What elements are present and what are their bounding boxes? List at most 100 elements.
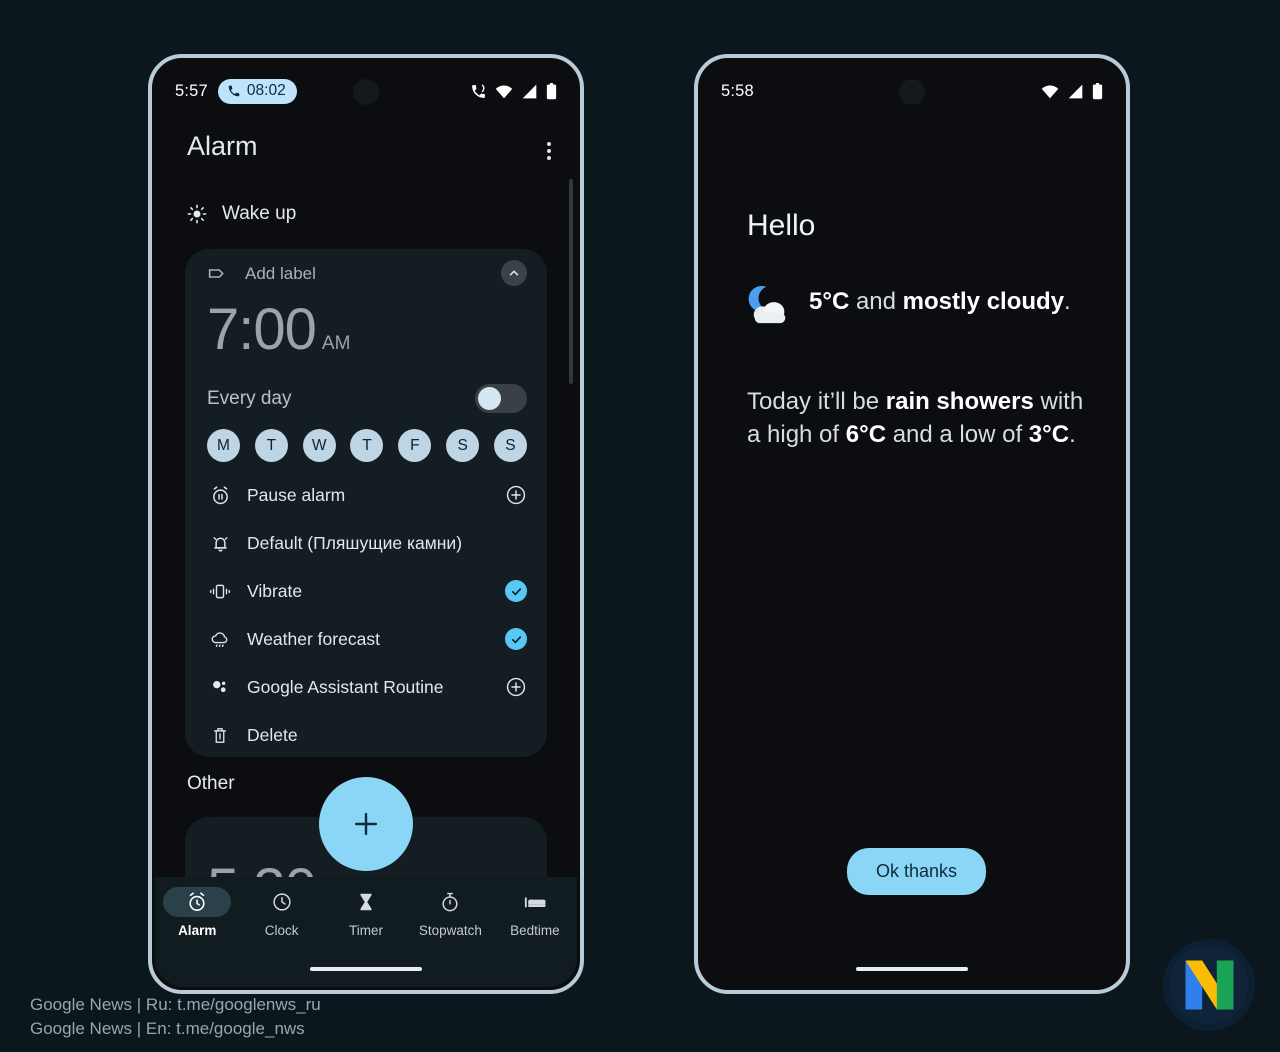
option-weather-forecast[interactable]: Weather forecast (185, 615, 547, 663)
google-news-logo (1162, 938, 1256, 1032)
group-label-text: Wake up (222, 203, 297, 224)
nav-pill-active (163, 887, 232, 917)
nav-item-bedtime[interactable]: Bedtime (493, 887, 577, 938)
nav-label: Stopwatch (418, 923, 482, 938)
group-header-wake-up: Wake up (187, 203, 296, 225)
trash-icon (207, 725, 233, 746)
greeting-text: Hello (747, 209, 816, 242)
current-temp: 5°C (809, 288, 850, 315)
moon-behind-cloud-icon (748, 285, 786, 324)
option-label: Delete (247, 724, 298, 745)
current-weather: 5°C and mostly cloudy. (747, 283, 1087, 327)
day-chip-sat[interactable]: S (446, 429, 480, 462)
footer-line-ru: Google News | Ru: t.me/googlenws_ru (30, 994, 321, 1014)
day-chip-thu[interactable]: T (350, 429, 384, 462)
ok-thanks-button[interactable]: Ok thanks (847, 848, 987, 895)
signal-icon (1068, 84, 1083, 98)
status-icons (470, 82, 557, 100)
signal-icon (522, 84, 537, 98)
day-chip-sun[interactable]: S (493, 429, 527, 462)
day-chip-fri[interactable]: F (398, 429, 432, 462)
option-pause-alarm[interactable]: Pause alarm (185, 471, 547, 519)
day-of-week-chips: M T W T F S S (207, 429, 527, 462)
repeat-label: Every day (207, 387, 292, 409)
repeat-toggle[interactable] (475, 384, 527, 413)
camera-notch (899, 79, 925, 105)
group-label-text: Other (187, 773, 235, 794)
scrollbar[interactable] (569, 179, 573, 384)
tag-icon (208, 269, 224, 278)
right-status-bar: 5:58 (701, 61, 1123, 121)
plus-icon (354, 812, 378, 836)
wifi-icon (1041, 85, 1059, 98)
forecast-middle-2: and a low of (886, 421, 1029, 449)
battery-icon (1092, 82, 1103, 99)
kebab-dot (547, 156, 551, 160)
nav-label: Clock (264, 923, 299, 938)
plus-circle-icon[interactable] (505, 484, 527, 506)
add-alarm-fab[interactable] (319, 777, 413, 871)
period: . (1064, 288, 1071, 315)
camera-notch (353, 79, 379, 105)
group-header-other: Other (187, 773, 235, 795)
status-time: 5:57 (175, 81, 208, 100)
alarm-time-expanded[interactable]: 7:00 AM (207, 301, 350, 359)
wifi-icon (495, 85, 513, 98)
option-ringtone[interactable]: Default (Пляшущие камни) (185, 519, 547, 567)
vibrate-icon (207, 581, 233, 602)
status-time: 5:58 (721, 81, 754, 100)
day-chip-wed[interactable]: W (302, 429, 336, 462)
plus-circle-icon[interactable] (505, 676, 527, 698)
battery-icon (546, 82, 557, 99)
phone-call-icon (472, 84, 485, 98)
call-timer: 08:02 (246, 81, 286, 99)
left-screen: 5:57 08:02 Alarm Wake up Add label 7:00 … (155, 61, 577, 987)
alarm-time-ampm: AM (321, 333, 351, 354)
option-vibrate[interactable]: Vibrate (185, 567, 547, 615)
bed-icon (524, 897, 546, 908)
option-label: Weather forecast (247, 628, 380, 649)
overflow-menu-icon[interactable] (547, 139, 551, 163)
nav-item-stopwatch[interactable]: Stopwatch (408, 887, 492, 938)
nav-item-alarm[interactable]: Alarm (155, 887, 239, 938)
footer-credits: Google News | Ru: t.me/googlenws_ru Goog… (30, 993, 321, 1042)
forecast-high: 6°C (845, 421, 887, 449)
forecast-prefix: Today it’ll be (747, 388, 886, 415)
status-icons (1041, 82, 1103, 100)
left-status-bar: 5:57 08:02 (155, 61, 577, 121)
footer-line-en: Google News | En: t.me/google_nws (30, 1019, 305, 1039)
chevron-up-icon[interactable] (501, 260, 527, 286)
option-label: Default (Пляшущие камни) (247, 532, 463, 553)
alarm-card-expanded[interactable]: Add label 7:00 AM Every day M T W T F S … (185, 249, 547, 757)
option-assistant-routine[interactable]: Google Assistant Routine (185, 663, 547, 711)
forecast-condition: rain showers (885, 388, 1034, 415)
option-delete[interactable]: Delete (185, 711, 547, 759)
day-chip-mon[interactable]: M (207, 429, 240, 462)
forecast-low: 3°C (1028, 421, 1070, 449)
check-circle-icon[interactable] (505, 628, 527, 650)
right-screen: 5:58 Hello 5°C and mostly cloudy. Today … (701, 61, 1123, 987)
day-chip-tue[interactable]: T (254, 429, 288, 462)
phone-left: 5:57 08:02 Alarm Wake up Add label 7:00 … (148, 54, 584, 994)
nav-label: Timer (349, 923, 384, 938)
option-label: Pause alarm (247, 484, 346, 505)
kebab-dot (547, 142, 551, 146)
home-indicator[interactable] (310, 967, 422, 971)
phone-right: 5:58 Hello 5°C and mostly cloudy. Today … (694, 54, 1130, 994)
home-indicator[interactable] (856, 967, 968, 971)
current-weather-text: 5°C and mostly cloudy. (809, 283, 1071, 317)
nav-item-clock[interactable]: Clock (239, 887, 323, 938)
forecast-text: Today it’ll be rain showers with a high … (747, 385, 1087, 451)
option-label: Vibrate (247, 580, 303, 601)
page-title: Alarm (187, 131, 258, 161)
pause-alarm-icon (207, 485, 233, 506)
add-label-row[interactable]: Add label (207, 263, 316, 284)
nav-label: Bedtime (510, 923, 560, 938)
nav-label: Alarm (178, 923, 217, 938)
active-call-chip[interactable]: 08:02 (217, 78, 297, 104)
google-assistant-icon (207, 676, 233, 698)
alarm-clock-icon (189, 892, 205, 911)
sun-icon (187, 204, 207, 224)
check-circle-icon[interactable] (505, 580, 527, 602)
nav-item-timer[interactable]: Timer (324, 887, 408, 938)
